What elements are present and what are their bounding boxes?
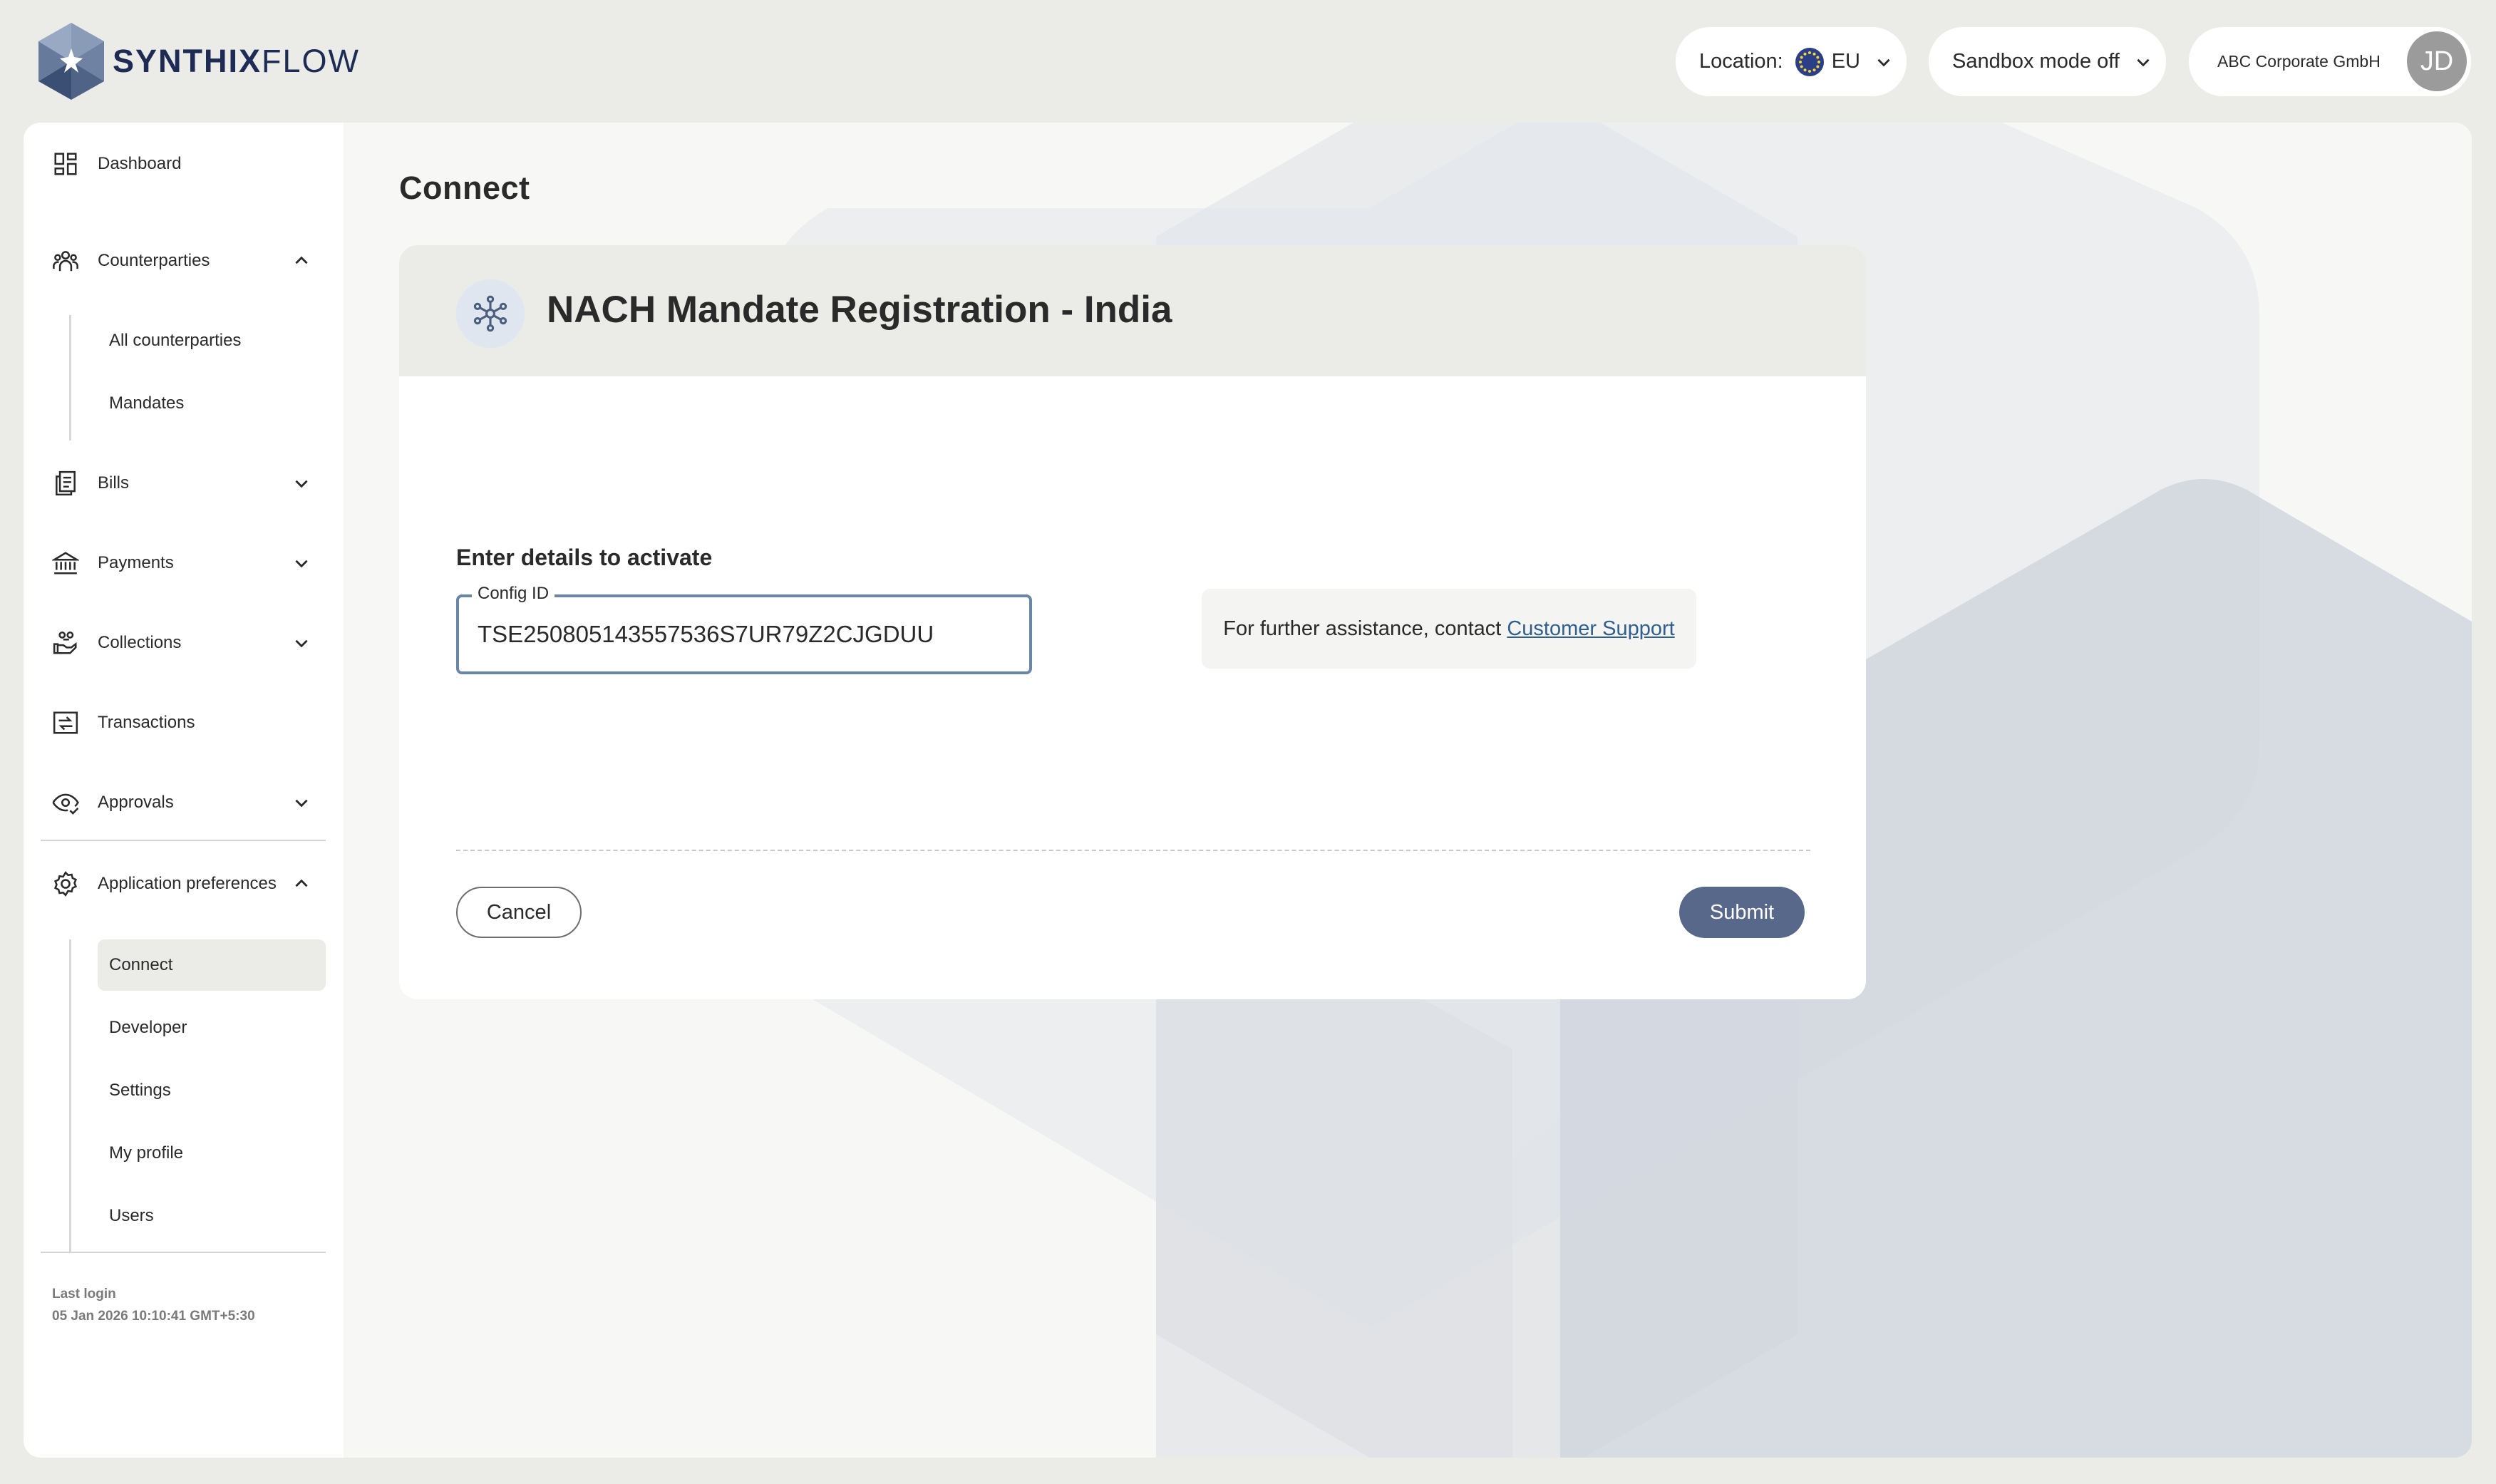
config-id-label: Config ID <box>472 584 555 604</box>
bank-icon <box>52 552 79 574</box>
sidebar-item-collections[interactable]: Collections <box>24 614 344 671</box>
sidebar-item-label: Bills <box>98 473 130 493</box>
submit-button[interactable]: Submit <box>1679 887 1805 938</box>
chevron-down-icon <box>295 480 308 488</box>
sidebar-item-label: Counterparties <box>98 251 210 270</box>
top-bar: SYNTHIXFLOW Location: EU Sandbox mode of… <box>0 0 2496 123</box>
support-text: For further assistance, contact <box>1223 617 1502 640</box>
config-id-input[interactable] <box>478 619 1005 650</box>
submenu-rail <box>69 315 71 440</box>
chevron-down-icon <box>1877 58 1890 66</box>
sidebar: Dashboard Counterparties All counterpart… <box>24 123 344 1458</box>
app-window: SYNTHIXFLOW Location: EU Sandbox mode of… <box>0 0 2496 1484</box>
brand-name: SYNTHIXFLOW <box>113 43 361 79</box>
connect-card: NACH Mandate Registration - India Enter … <box>399 245 1866 999</box>
sidebar-item-label: Collections <box>98 633 182 652</box>
main-content: Connect NACH Mandate Registration - Indi… <box>344 123 2472 1458</box>
account-name: ABC Corporate GmbH <box>2217 52 2381 71</box>
section-label: Enter details to activate <box>456 545 713 570</box>
location-label: Location: <box>1699 50 1783 73</box>
sidebar-divider <box>41 1252 326 1253</box>
sidebar-item-payments[interactable]: Payments <box>24 535 344 592</box>
card-header: NACH Mandate Registration - India <box>399 245 1866 376</box>
customer-support-link[interactable]: Customer Support <box>1507 617 1674 641</box>
gear-icon <box>53 871 78 897</box>
sidebar-item-label: Approvals <box>98 793 174 812</box>
hub-icon <box>473 295 507 332</box>
bills-icon <box>56 470 76 496</box>
sandbox-label: Sandbox mode off <box>1952 50 2120 73</box>
sidebar-item-dashboard[interactable]: Dashboard <box>24 135 344 192</box>
account-menu[interactable]: ABC Corporate GmbH JD <box>2189 27 2471 96</box>
cancel-button[interactable]: Cancel <box>456 887 582 938</box>
location-value: EU <box>1831 50 1860 73</box>
brand-logo[interactable]: SYNTHIXFLOW <box>34 21 360 101</box>
chevron-up-icon <box>295 879 308 887</box>
chevron-down-icon <box>2137 58 2150 66</box>
sidebar-subitem-my-profile[interactable]: My profile <box>98 1128 326 1179</box>
form-divider <box>456 850 1810 851</box>
avatar[interactable]: JD <box>2407 31 2467 91</box>
sidebar-subitem-developer[interactable]: Developer <box>98 1002 326 1053</box>
sidebar-item-application-preferences[interactable]: Application preferences <box>24 855 344 912</box>
chevron-down-icon <box>295 560 308 568</box>
last-login: Last login 05 Jan 2026 10:10:41 GMT+5:30 <box>52 1283 255 1327</box>
sidebar-item-label: Dashboard <box>98 154 182 173</box>
dashboard-icon <box>54 153 77 175</box>
sidebar-divider <box>41 840 326 841</box>
sidebar-subitem-users[interactable]: Users <box>98 1190 326 1242</box>
sidebar-item-transactions[interactable]: Transactions <box>24 694 344 751</box>
sidebar-item-approvals[interactable]: Approvals <box>24 774 344 831</box>
network-hub-icon <box>456 279 525 348</box>
submenu-rail <box>69 939 71 1253</box>
last-login-value: 05 Jan 2026 10:10:41 GMT+5:30 <box>52 1309 255 1324</box>
last-login-label: Last login <box>52 1287 116 1302</box>
chevron-down-icon <box>295 639 308 648</box>
config-id-field[interactable]: Config ID <box>456 584 1032 674</box>
card-title: NACH Mandate Registration - India <box>547 289 1172 331</box>
sidebar-item-label: Payments <box>98 553 174 572</box>
page-title: Connect <box>399 170 530 206</box>
sandbox-mode-selector[interactable]: Sandbox mode off <box>1929 27 2166 96</box>
sidebar-item-label: Transactions <box>98 713 195 732</box>
sidebar-subitem-connect[interactable]: Connect <box>98 939 326 991</box>
collections-icon <box>53 632 77 654</box>
sidebar-subitem-settings[interactable]: Settings <box>98 1065 326 1116</box>
sidebar-item-bills[interactable]: Bills <box>24 455 344 512</box>
synthixflow-logo-icon <box>38 23 104 100</box>
transactions-icon <box>53 711 78 734</box>
sidebar-subitem-mandates[interactable]: Mandates <box>98 378 326 429</box>
eu-flag-icon <box>1795 47 1824 76</box>
sidebar-item-counterparties[interactable]: Counterparties <box>24 232 344 289</box>
people-icon <box>53 251 78 272</box>
support-notice: For further assistance, contact Customer… <box>1202 589 1696 669</box>
location-selector[interactable]: Location: EU <box>1676 27 1907 96</box>
chevron-up-icon <box>295 256 308 264</box>
chevron-down-icon <box>295 799 308 808</box>
sidebar-subitem-all-counterparties[interactable]: All counterparties <box>98 315 326 366</box>
sidebar-item-label: Application preferences <box>98 874 277 893</box>
eye-check-icon <box>52 793 79 815</box>
